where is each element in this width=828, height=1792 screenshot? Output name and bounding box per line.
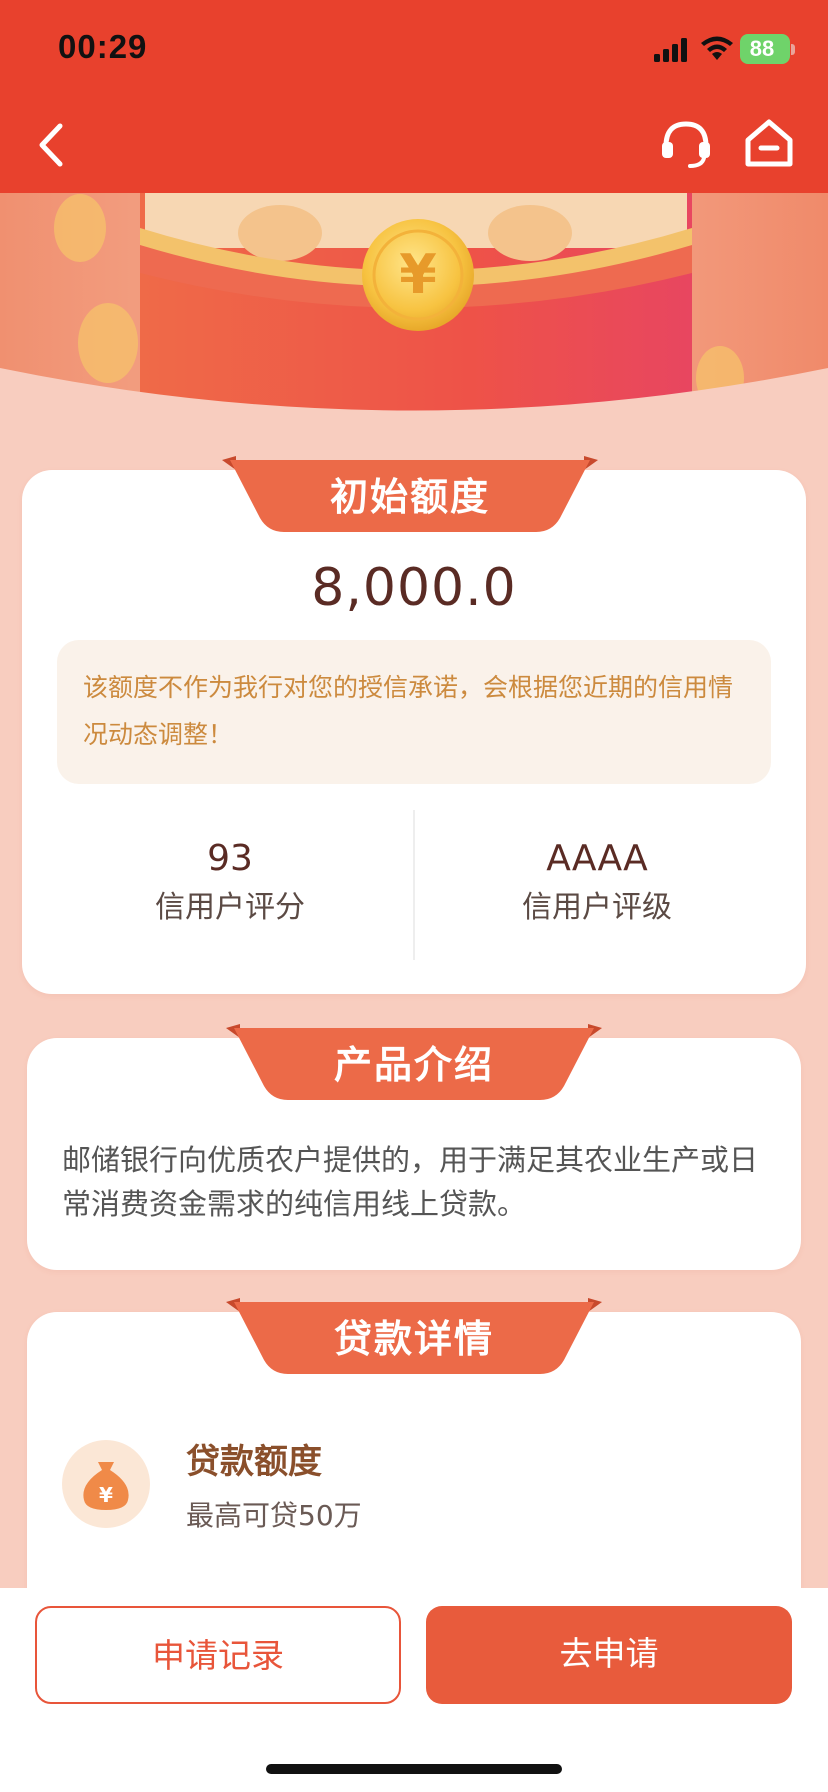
application-records-button[interactable]: 申请记录 (35, 1606, 401, 1704)
credit-score-label: 信用户评分 (155, 890, 305, 925)
intro-title: 产品介绍 (333, 1043, 494, 1087)
svg-text:¥: ¥ (399, 243, 437, 306)
header: 00:29 88 (0, 0, 828, 193)
detail-title: 贷款详情 (333, 1317, 494, 1361)
cellular-signal-icon (654, 38, 687, 62)
loan-amount-desc: 最高可贷50万 (186, 1499, 362, 1532)
credit-rating-label: 信用户评级 (522, 890, 672, 925)
money-bag-symbol: ¥ (99, 1483, 113, 1507)
headset-icon[interactable] (658, 116, 714, 170)
battery-indicator: 88 (740, 34, 790, 64)
home-icon[interactable] (742, 116, 796, 170)
apply-button[interactable]: 去申请 (426, 1606, 792, 1704)
red-envelope-illustration: ¥ (0, 193, 828, 455)
battery-cap (791, 44, 795, 55)
intro-text: 邮储银行向优质农户提供的，用于满足其农业生产或日常消费资金需求的纯信用线上贷款。 (62, 1143, 759, 1221)
loan-amount-title: 贷款额度 (186, 1442, 322, 1482)
credit-score-value: 93 (207, 838, 253, 879)
home-indicator (266, 1764, 562, 1774)
quota-notice: 该额度不作为我行对您的授信承诺，会根据您近期的信用情况动态调整！ (57, 640, 771, 784)
credit-rating-value: AAAA (546, 838, 648, 879)
battery-level: 88 (749, 36, 775, 61)
back-icon[interactable] (30, 118, 74, 172)
bottom-action-bar: 申请记录 去申请 (0, 1588, 828, 1792)
money-bag-icon: ¥ (62, 1440, 150, 1528)
wifi-icon (701, 36, 733, 60)
stats-divider (413, 810, 415, 960)
promo-banner: ¥ (0, 193, 828, 455)
status-time: 00:29 (58, 28, 148, 65)
credit-amount: 8,000.0 (311, 558, 517, 618)
quota-title: 初始额度 (329, 475, 490, 519)
